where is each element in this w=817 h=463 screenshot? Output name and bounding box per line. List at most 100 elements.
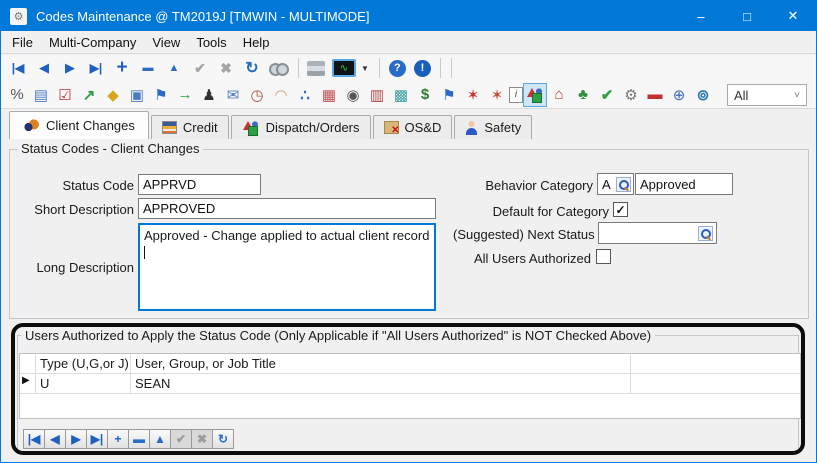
approve-icon[interactable]: ✔ (595, 83, 619, 107)
tab-os-d[interactable]: OS&D (373, 115, 453, 139)
status-code-label: Status Code (21, 178, 134, 193)
long-description-textarea[interactable]: Approved - Change applied to actual clie… (138, 223, 436, 311)
percent-icon[interactable]: % (5, 83, 29, 107)
tab-credit[interactable]: Credit (151, 115, 229, 139)
tab-label: Dispatch/Orders (266, 120, 360, 135)
maximize-button[interactable]: □ (724, 1, 770, 31)
cancel-row-icon[interactable]: ✖ (191, 429, 213, 449)
behavior-category-lookup-icon[interactable] (616, 177, 631, 192)
authorized-users-table: Type (U,G,or J) User, Group, or Job Titl… (19, 353, 801, 419)
gauge-icon[interactable]: ◷ (245, 83, 269, 107)
status-shapes-icon (526, 86, 544, 104)
gold-cube-icon[interactable]: ◆ (101, 83, 125, 107)
toolbar-separator (451, 58, 452, 78)
safety-person-icon (465, 121, 478, 135)
short-description-input[interactable]: APPROVED (138, 198, 436, 219)
print-icon[interactable] (307, 61, 325, 76)
previous-row-icon[interactable]: ◀ (44, 429, 66, 449)
short-description-value: APPROVED (143, 201, 215, 216)
register-icon[interactable]: ▥ (365, 83, 389, 107)
refresh-rows-icon[interactable]: ↻ (212, 429, 234, 449)
calendar-icon[interactable]: ▦ (317, 83, 341, 107)
invoice-icon[interactable]: $ (413, 83, 437, 107)
insert-card-icon[interactable]: → (173, 83, 197, 107)
copy-check-icon[interactable]: ▣ (125, 83, 149, 107)
camera-icon[interactable]: ◉ (341, 83, 365, 107)
org-chart-icon[interactable]: ∴ (293, 83, 317, 107)
strap-icon[interactable]: ◠ (269, 83, 293, 107)
cancel-edit-icon[interactable]: ✖ (213, 56, 239, 80)
next-status-label: (Suggested) Next Status (453, 227, 594, 242)
menu-item-file[interactable]: File (4, 32, 41, 53)
osd-box-icon (384, 121, 399, 134)
title-bar: ⚙ Codes Maintenance @ TM2019J [TMWIN - M… (1, 1, 816, 31)
delete-record-icon[interactable]: ▬ (135, 56, 161, 80)
post-edit-icon[interactable]: ✔ (187, 56, 213, 80)
colored-cube-icon[interactable]: ▩ (389, 83, 413, 107)
info-doc-icon[interactable]: i (509, 87, 523, 103)
menu-item-multi-company[interactable]: Multi-Company (41, 32, 144, 53)
first-record-icon[interactable]: |◀ (5, 56, 31, 80)
tree-icon[interactable]: ♣ (571, 83, 595, 107)
post-row-icon[interactable]: ✔ (170, 429, 192, 449)
last-row-icon[interactable]: ▶| (86, 429, 108, 449)
window-controls: – □ ✕ (678, 1, 816, 31)
filler-column-header (631, 354, 800, 373)
status-shapes-icon[interactable] (523, 83, 547, 107)
refresh-icon[interactable]: ↻ (239, 56, 265, 80)
all-users-authorized-checkbox[interactable] (596, 249, 611, 264)
menu-item-view[interactable]: View (144, 32, 188, 53)
menu-item-tools[interactable]: Tools (188, 32, 234, 53)
app-icon: ⚙ (10, 8, 27, 25)
status-code-input[interactable]: APPRVD (138, 174, 261, 195)
help-icon[interactable]: ? (389, 60, 406, 77)
delete-row-icon[interactable]: ▬ (128, 429, 150, 449)
globe-icon[interactable]: ⊚ (691, 83, 715, 107)
network-delete-icon[interactable]: ✶ (461, 83, 485, 107)
flag-blue-icon[interactable]: ⚑ (437, 83, 461, 107)
tab-safety[interactable]: Safety (454, 115, 532, 139)
next-status-lookup-icon[interactable] (698, 226, 713, 241)
credit-icon (162, 121, 177, 134)
about-icon[interactable]: ! (414, 60, 431, 77)
person-icon[interactable]: ♟ (197, 83, 221, 107)
home-icon[interactable]: ⌂ (547, 83, 571, 107)
handshake-icon (23, 119, 40, 132)
chart-up-icon[interactable]: ↗ (77, 83, 101, 107)
next-status-input[interactable] (598, 222, 717, 244)
mail-check-icon[interactable]: ✉ (221, 83, 245, 107)
gears-icon[interactable]: ⚙ (619, 83, 643, 107)
table-row[interactable]: ▶USEAN (20, 374, 800, 394)
menu-item-help[interactable]: Help (235, 32, 278, 53)
minimize-button[interactable]: – (678, 1, 724, 31)
edit-record-icon[interactable]: ▲ (161, 56, 187, 80)
tab-client-changes[interactable]: Client Changes (9, 111, 149, 139)
flag-icon[interactable]: ⚑ (149, 83, 173, 107)
all-users-authorized-label: All Users Authorized (453, 251, 591, 266)
next-record-icon[interactable]: ▶ (57, 56, 83, 80)
next-row-icon[interactable]: ▶ (65, 429, 87, 449)
behavior-category-description: Approved (635, 173, 733, 195)
close-button[interactable]: ✕ (770, 1, 816, 31)
tab-dispatch-orders[interactable]: Dispatch/Orders (231, 115, 371, 139)
behavior-category-code-input[interactable]: A (597, 173, 634, 195)
compass-icon[interactable]: ⊕ (667, 83, 691, 107)
filter-dropdown[interactable]: All ˅ (727, 84, 807, 106)
add-row-icon[interactable]: + (107, 429, 129, 449)
first-row-icon[interactable]: |◀ (23, 429, 45, 449)
default-for-category-checkbox[interactable]: ✓ (613, 202, 628, 217)
add-record-icon[interactable]: + (109, 56, 135, 80)
notes-icon[interactable]: ▤ (29, 83, 53, 107)
toolbar-separator (298, 58, 299, 78)
previous-record-icon[interactable]: ◀ (31, 56, 57, 80)
edit-row-icon[interactable]: ▲ (149, 429, 171, 449)
network-icon[interactable]: ✶ (485, 83, 509, 107)
monitor-view-icon[interactable]: ∿ (332, 59, 356, 77)
find-icon[interactable] (268, 61, 290, 75)
last-record-icon[interactable]: ▶| (83, 56, 109, 80)
marker-column-header (20, 354, 36, 373)
car-icon[interactable]: ▬ (643, 83, 667, 107)
behavior-category-label: Behavior Category (453, 178, 593, 193)
monitor-dropdown-icon[interactable]: ▼ (356, 64, 374, 73)
checklist-icon[interactable]: ☑ (53, 83, 77, 107)
